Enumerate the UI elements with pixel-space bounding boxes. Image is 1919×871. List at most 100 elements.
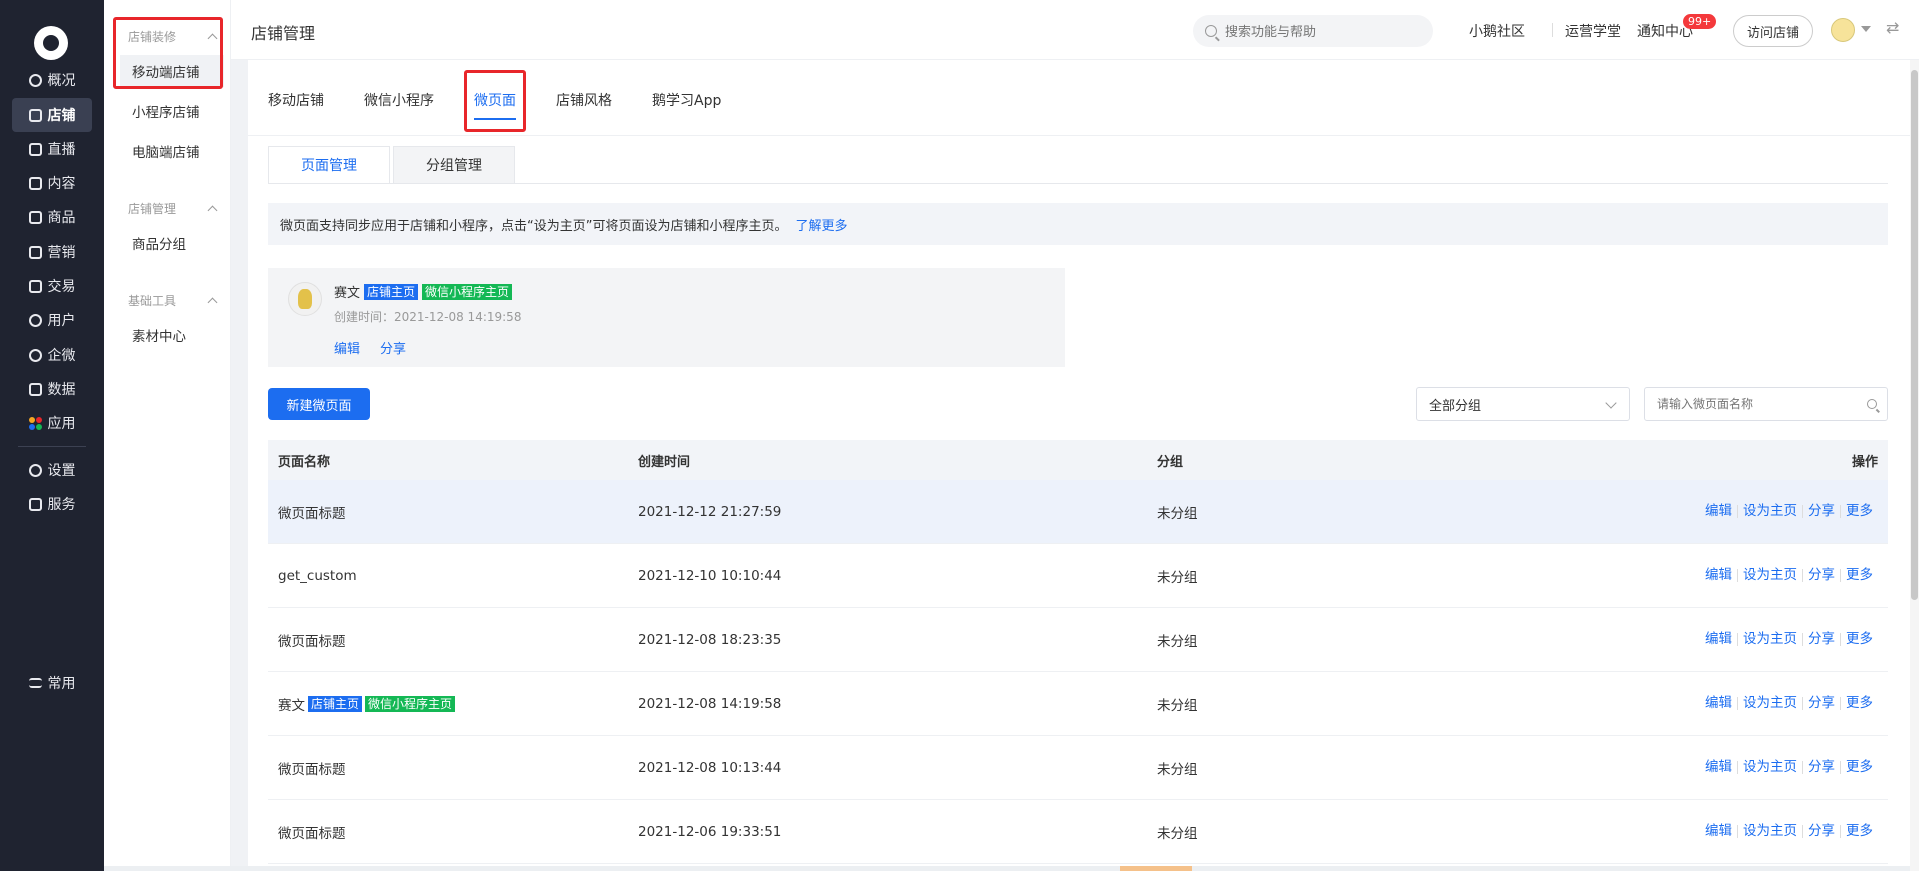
homepage-card: 赛文 店铺主页 微信小程序主页 创建时间：2021-12-08 14:19:58…	[268, 268, 1065, 367]
tab-store-style[interactable]: 店铺风格	[556, 90, 612, 110]
created-time-cell: 2021-12-12 21:27:59	[638, 503, 782, 520]
page-name-search[interactable]	[1644, 387, 1888, 421]
table-row[interactable]: 微页面标题 2021-12-08 10:13:44 未分组 编辑 设为主页 分享 更多	[268, 736, 1888, 800]
nav-item-store[interactable]: 店铺	[12, 98, 92, 132]
table-row[interactable]: 微页面标题 2021-12-08 18:23:35 未分组 编辑 设为主页 分享 更多	[268, 608, 1888, 672]
visit-store-button[interactable]: 访问店铺	[1733, 15, 1813, 47]
nav-item-apps[interactable]: 应用	[12, 406, 92, 440]
search-icon[interactable]	[1867, 399, 1877, 409]
scrollbar-thumb[interactable]	[1911, 70, 1918, 600]
subnav-item-pc-store[interactable]: 电脑端店铺	[120, 135, 224, 167]
nav-item-overview[interactable]: 概况	[12, 63, 92, 97]
chevron-up-icon	[207, 33, 218, 44]
subnav-item-material-center[interactable]: 素材中心	[120, 319, 224, 351]
learn-more-link[interactable]: 了解更多	[795, 215, 847, 234]
share-link[interactable]: 分享	[380, 338, 406, 357]
horizontal-scrollbar[interactable]	[104, 866, 1910, 871]
tab-micro-page[interactable]: 微页面	[474, 90, 516, 120]
main-content: 移动店铺 微信小程序 微页面 店铺风格 鹅学习App 页面管理 分组管理 微页面…	[248, 60, 1910, 871]
vertical-scrollbar[interactable]	[1910, 60, 1919, 871]
avatar[interactable]	[1831, 18, 1855, 42]
miniprogram-home-tag: 微信小程序主页	[422, 283, 513, 300]
set-home-link[interactable]: 设为主页	[1737, 760, 1802, 774]
edit-link[interactable]: 编辑	[1700, 568, 1737, 582]
set-home-link[interactable]: 设为主页	[1737, 632, 1802, 646]
group-filter-select[interactable]: 全部分组	[1416, 387, 1630, 421]
global-search-input[interactable]	[1225, 23, 1415, 39]
tab-learning-app[interactable]: 鹅学习App	[652, 90, 721, 110]
nav-item-user[interactable]: 用户	[12, 303, 92, 337]
group-cell: 未分组	[1157, 825, 1198, 842]
table-row[interactable]: 赛文 店铺主页 微信小程序主页 2021-12-08 14:19:58 未分组 编辑 设为主…	[268, 672, 1888, 736]
community-link[interactable]: 小鹅社区	[1469, 21, 1525, 41]
marketing-icon	[28, 245, 42, 259]
nav-item-service[interactable]: 服务	[12, 487, 92, 521]
homepage-name: 赛文 店铺主页 微信小程序主页	[334, 282, 513, 301]
subnav-group-decoration[interactable]: 店铺装修	[128, 28, 218, 45]
share-link[interactable]: 分享	[1802, 568, 1840, 582]
more-link[interactable]: 更多	[1840, 696, 1878, 710]
table-row[interactable]: 微页面标题 2021-12-12 21:27:59 未分组 编辑 设为主页 分享 更多	[268, 480, 1888, 544]
share-link[interactable]: 分享	[1802, 696, 1840, 710]
edit-link[interactable]: 编辑	[334, 338, 360, 357]
nav-item-live[interactable]: 直播	[12, 132, 92, 166]
more-link[interactable]: 更多	[1840, 568, 1878, 582]
set-home-link[interactable]: 设为主页	[1737, 504, 1802, 518]
academy-link[interactable]: 运营学堂	[1565, 21, 1621, 41]
nav-item-wecom[interactable]: 企微	[12, 338, 92, 372]
more-link[interactable]: 更多	[1840, 504, 1878, 518]
more-link[interactable]: 更多	[1840, 760, 1878, 774]
set-home-link[interactable]: 设为主页	[1737, 824, 1802, 838]
nav-item-common[interactable]: 常用	[12, 666, 92, 700]
tab-mobile-store[interactable]: 移动店铺	[268, 90, 324, 110]
more-link[interactable]: 更多	[1840, 824, 1878, 838]
subnav-group-store-management[interactable]: 店铺管理	[128, 200, 218, 217]
nav-item-data[interactable]: 数据	[12, 372, 92, 406]
page-name-search-input[interactable]	[1657, 397, 1857, 411]
content-icon	[28, 176, 42, 190]
more-link[interactable]: 更多	[1840, 632, 1878, 646]
tab-page-management[interactable]: 页面管理	[268, 146, 390, 184]
homepage-created-time: 创建时间：2021-12-08 14:19:58	[334, 310, 522, 324]
edit-link[interactable]: 编辑	[1700, 824, 1737, 838]
share-link[interactable]: 分享	[1802, 632, 1840, 646]
edit-link[interactable]: 编辑	[1700, 632, 1737, 646]
tab-group-management[interactable]: 分组管理	[393, 146, 515, 184]
data-icon	[28, 382, 42, 396]
subnav-group-tools[interactable]: 基础工具	[128, 292, 218, 309]
share-link[interactable]: 分享	[1802, 824, 1840, 838]
set-home-link[interactable]: 设为主页	[1737, 696, 1802, 710]
nav-item-marketing[interactable]: 营销	[12, 235, 92, 269]
global-search[interactable]	[1193, 15, 1433, 47]
nav-item-content[interactable]: 内容	[12, 166, 92, 200]
page-name-cell: 微页面标题	[278, 758, 346, 778]
new-micro-page-button[interactable]: 新建微页面	[268, 388, 370, 420]
edit-link[interactable]: 编辑	[1700, 696, 1737, 710]
main-nav: 概况 店铺 直播 内容 商品 营销 交易 用户 企微 数据 应用 设置 服务 常…	[0, 0, 104, 871]
search-icon	[1205, 25, 1217, 37]
edit-link[interactable]: 编辑	[1700, 760, 1737, 774]
homepage-actions: 编辑 分享	[334, 338, 406, 357]
caret-down-icon[interactable]	[1861, 26, 1871, 32]
nav-item-trade[interactable]: 交易	[12, 269, 92, 303]
subnav-item-miniprogram-store[interactable]: 小程序店铺	[120, 95, 224, 127]
scrollbar-thumb[interactable]	[1120, 866, 1192, 871]
share-link[interactable]: 分享	[1802, 504, 1840, 518]
logo-icon[interactable]	[34, 26, 68, 60]
table-row[interactable]: 微页面标题 2021-12-06 19:33:51 未分组 编辑 设为主页 分享 更多	[268, 800, 1888, 864]
store-home-tag: 店铺主页	[364, 283, 419, 300]
group-cell: 未分组	[1157, 505, 1198, 522]
set-home-link[interactable]: 设为主页	[1737, 568, 1802, 582]
share-link[interactable]: 分享	[1802, 760, 1840, 774]
table-row[interactable]: get_custom 2021-12-10 10:10:44 未分组 编辑 设为主页 分享…	[268, 544, 1888, 608]
nav-item-settings[interactable]: 设置	[12, 453, 92, 487]
service-icon	[28, 497, 42, 511]
switch-icon[interactable]: ⇄	[1886, 18, 1899, 37]
nav-item-product[interactable]: 商品	[12, 200, 92, 234]
page-name: 微页面标题	[278, 633, 346, 650]
divider	[268, 183, 1888, 184]
tab-wechat-miniprogram[interactable]: 微信小程序	[364, 90, 434, 110]
subnav-item-product-group[interactable]: 商品分组	[120, 227, 224, 259]
subnav-item-mobile-store[interactable]: 移动端店铺	[120, 55, 224, 87]
edit-link[interactable]: 编辑	[1700, 504, 1737, 518]
